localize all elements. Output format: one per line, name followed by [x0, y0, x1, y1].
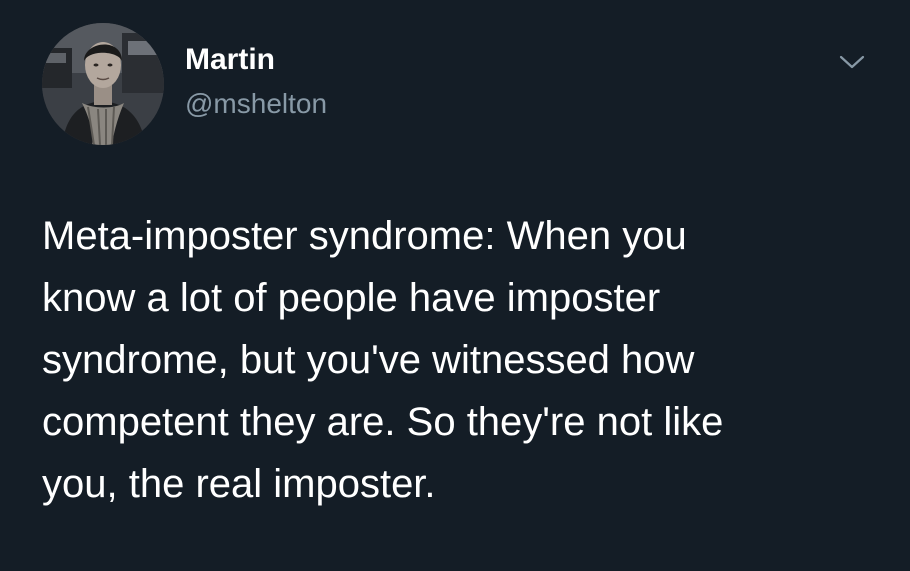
profile-photo-icon — [42, 23, 164, 145]
tweet-text-line: Meta-imposter syndrome: When you — [42, 214, 687, 258]
avatar[interactable] — [42, 23, 164, 145]
tweet-text-line: you, the real imposter. — [42, 462, 436, 506]
tweet-card: Martin @mshelton Meta-imposter syndrome:… — [0, 0, 910, 571]
tweet-text-line: know a lot of people have imposter — [42, 276, 661, 320]
chevron-down-icon — [839, 55, 865, 69]
tweet-text-line: syndrome, but you've witnessed how — [42, 338, 695, 382]
author-handle[interactable]: @mshelton — [185, 85, 327, 123]
tweet-text: Meta-imposter syndrome: When you know a … — [42, 205, 882, 515]
author-name[interactable]: Martin — [185, 40, 275, 80]
tweet-text-line: competent they are. So they're not like — [42, 400, 724, 444]
tweet-menu-button[interactable] — [832, 46, 872, 78]
